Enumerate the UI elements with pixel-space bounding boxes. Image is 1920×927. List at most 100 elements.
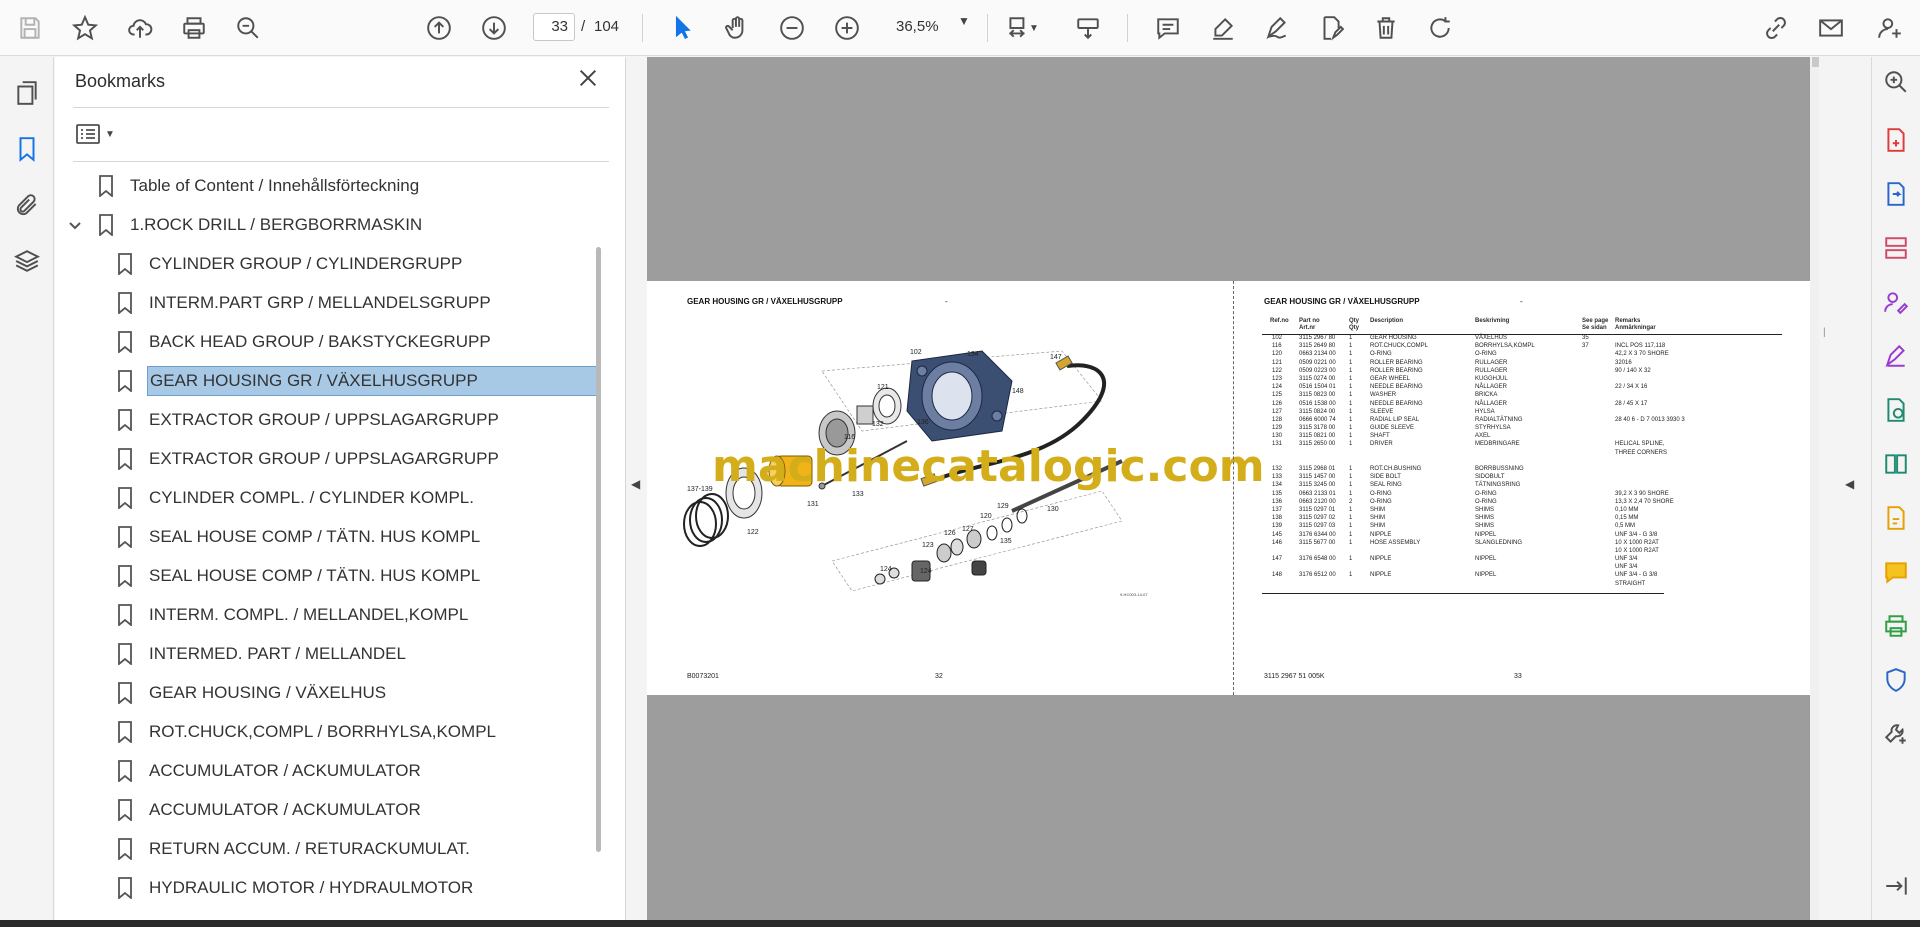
bookmark-item[interactable]: EXTRACTOR GROUP / UPPSLAGARGRUPP (117, 442, 501, 476)
print-icon[interactable] (176, 10, 212, 46)
table-cell-desc: ROT.CHUCK,COMPL (1370, 343, 1429, 350)
delete-trash-icon[interactable] (1368, 10, 1404, 46)
rotate-icon[interactable] (1422, 10, 1458, 46)
organize-pages-icon[interactable] (1879, 231, 1913, 265)
chevron-down-icon[interactable]: ▼ (105, 129, 115, 140)
bookmark-item[interactable]: 1.ROCK DRILL / BERGBORRMASKIN (69, 208, 424, 242)
send-for-review-icon[interactable] (1879, 393, 1913, 427)
select-cursor-icon[interactable] (665, 10, 701, 46)
close-icon[interactable] (577, 67, 607, 97)
bookmark-item[interactable]: BACK HEAD GROUP / BAKSTYCKEGRUPP (117, 325, 493, 359)
table-cell-desc: ROLLER BEARING (1370, 359, 1423, 366)
collapse-left-panel-icon[interactable]: ◀ (631, 477, 640, 491)
bookmark-item[interactable]: HYDRAULIC MOTOR / HYDRAULMOTOR (117, 871, 475, 905)
bookmark-item[interactable]: ROT.CHUCK,COMPL / BORRHYLSA,KOMPL (117, 715, 498, 749)
page-number-input[interactable]: 33 (533, 13, 575, 41)
table-cell-ref: 122 (1272, 367, 1283, 374)
bookmark-label: ACCUMULATOR / ACKUMULATOR (149, 761, 421, 780)
edit-pdf-icon[interactable] (1313, 10, 1349, 46)
document-scrollbar[interactable] (1810, 57, 1819, 920)
layers-icon[interactable] (9, 243, 45, 279)
table-cell-rem: 10 X 1000 R2AT (1615, 547, 1659, 554)
bookmark-label: Table of Content / Innehållsförteckning (130, 176, 420, 195)
table-cell-besk: O-RING (1475, 351, 1497, 358)
expand-right-panel-icon[interactable]: ◀ (1845, 477, 1854, 491)
page-fit-chevron-icon[interactable]: ▼ (1024, 10, 1044, 46)
zoom-in-icon[interactable] (829, 10, 865, 46)
document-scrollbar-thumb[interactable] (1812, 57, 1819, 67)
bookmark-item[interactable]: SEAL HOUSE COMP / TÄTN. HUS KOMPL (117, 520, 482, 554)
bookmark-item[interactable]: CYLINDER GROUP / CYLINDERGRUPP (117, 247, 464, 281)
star-icon[interactable] (67, 10, 103, 46)
chevron-down-icon[interactable] (68, 218, 82, 232)
previous-page-icon[interactable] (421, 10, 457, 46)
bookmark-item[interactable]: RETURN ACCUM. / RETURACKUMULAT. (117, 832, 472, 866)
bookmark-item[interactable]: SEAL HOUSE COMP / TÄTN. HUS KOMPL (117, 559, 482, 593)
table-cell-ref: 127 (1272, 408, 1283, 415)
bookmark-item[interactable]: ACCUMULATOR / ACKUMULATOR (117, 754, 423, 788)
bookmark-item[interactable]: INTERM.PART GRP / MELLANDELSGRUPP (117, 286, 493, 320)
highlight-icon[interactable] (1205, 10, 1241, 46)
table-cell-besk: SHIMS (1475, 506, 1495, 513)
email-icon[interactable] (1813, 10, 1849, 46)
bookmark-item[interactable]: GEAR HOUSING / VÄXELHUS (117, 676, 388, 710)
request-signatures-icon[interactable] (1879, 285, 1913, 319)
bookmark-item[interactable]: GEAR HOUSING GR / VÄXELHUSGRUPP (117, 364, 600, 398)
zoom-search-icon[interactable] (1879, 65, 1913, 99)
table-cell-besk: O-RING (1475, 498, 1497, 505)
more-tools-icon[interactable] (1879, 717, 1913, 751)
compare-files-icon[interactable] (1879, 447, 1913, 481)
hand-tool-icon[interactable] (719, 10, 755, 46)
table-cell-rem: 90 / 140 X 32 (1615, 367, 1651, 374)
table-cell-ref: 138 (1272, 515, 1283, 522)
table-cell-qty: 1 (1349, 343, 1353, 350)
bookmarks-icon[interactable] (9, 131, 45, 167)
attachments-icon[interactable] (9, 187, 45, 223)
bookmark-icon (117, 331, 135, 354)
bookmark-item[interactable]: INTERM. COMPL. / MELLANDEL,KOMPL (117, 598, 470, 632)
table-cell-besk: NÅLLAGER (1475, 384, 1508, 391)
zoom-dropdown-chevron-icon[interactable]: ▼ (958, 14, 970, 28)
export-file-icon[interactable] (1879, 501, 1913, 535)
save-icon[interactable] (12, 10, 48, 46)
bookmark-item[interactable]: CYLINDER COMPL. / CYLINDER KOMPL. (117, 481, 476, 515)
bookmark-item[interactable]: ACCUMULATOR / ACKUMULATOR (117, 793, 423, 827)
create-pdf-icon[interactable] (1879, 123, 1913, 157)
comment-icon[interactable] (1150, 10, 1186, 46)
bookmark-item[interactable]: Table of Content / Innehållsförteckning (98, 169, 421, 203)
scroll-mode-icon[interactable] (1070, 10, 1106, 46)
bookmark-item[interactable]: EXTRACTOR GROUP / UPPSLAGARGRUPP (117, 403, 501, 437)
draw-pen-icon[interactable] (1259, 10, 1295, 46)
table-cell-part: 0663 2133 01 (1299, 490, 1336, 497)
bookmark-item[interactable]: INTERMED. PART / MELLANDEL (117, 637, 408, 671)
taskbar-strip (0, 920, 1920, 927)
fill-and-sign-icon[interactable] (1879, 339, 1913, 373)
account-icon[interactable] (1872, 10, 1908, 46)
table-cell-part: 3176 6512 00 (1299, 572, 1336, 579)
bookmark-icon (117, 604, 135, 627)
protect-shield-icon[interactable] (1879, 663, 1913, 697)
table-cell-qty: 1 (1349, 351, 1353, 358)
next-page-icon[interactable] (476, 10, 512, 46)
share-link-icon[interactable] (1758, 10, 1794, 46)
collapse-tools-icon[interactable] (1879, 869, 1913, 903)
bookmark-options-button[interactable]: ▼ (75, 119, 125, 149)
left-panel-splitter[interactable]: ◀ (627, 57, 647, 920)
bookmarks-scrollbar[interactable] (596, 247, 601, 852)
bookmark-icon (117, 682, 135, 705)
bookmark-label: SEAL HOUSE COMP / TÄTN. HUS KOMPL (149, 566, 481, 585)
print-production-icon[interactable] (1879, 609, 1913, 643)
table-cell-besk: BRICKA (1475, 392, 1498, 399)
table-cell-part: 3115 3245 00 (1299, 482, 1336, 489)
table-row: 122 0509 0223 00 1 ROLLER BEARING RULLAGER 90… (1262, 368, 1782, 376)
page-thumbnails-icon[interactable] (9, 75, 45, 111)
document-view[interactable]: GEAR HOUSING GR / VÄXELHUSGRUPP - 102 13… (647, 57, 1819, 920)
export-pdf-icon[interactable] (1879, 177, 1913, 211)
table-cell-desc: O-RING (1370, 490, 1392, 497)
search-zoom-icon[interactable] (230, 10, 266, 46)
zoom-out-icon[interactable] (774, 10, 810, 46)
table-cell-desc: O-RING (1370, 351, 1392, 358)
comment-tool-icon[interactable] (1879, 555, 1913, 589)
table-cell-part: 3115 0297 03 (1299, 523, 1336, 530)
cloud-upload-icon[interactable] (122, 10, 158, 46)
